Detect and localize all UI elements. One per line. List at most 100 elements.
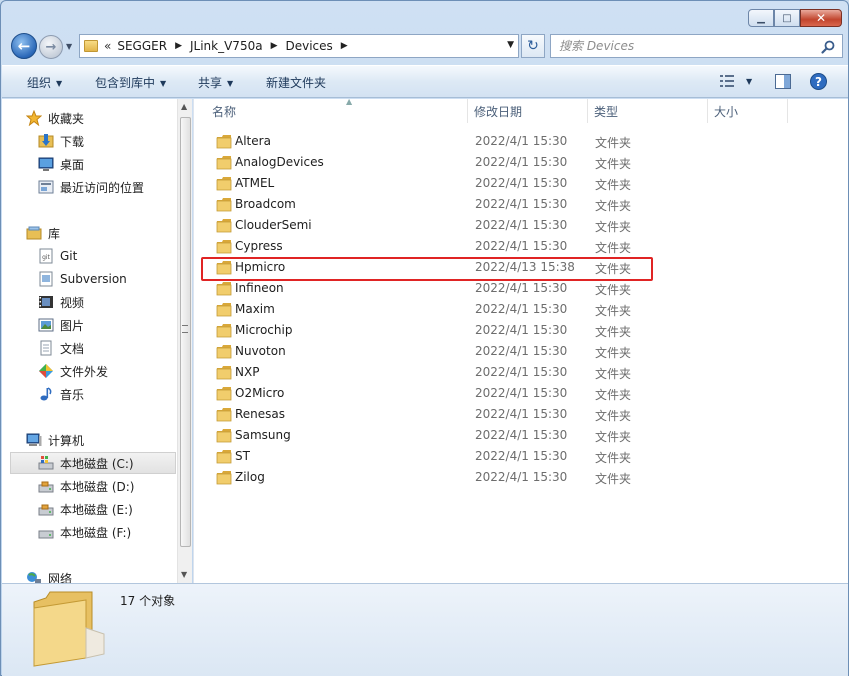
search-input[interactable]: [559, 39, 809, 53]
column-header-type[interactable]: 类型: [588, 99, 708, 123]
back-button[interactable]: ←: [11, 33, 37, 59]
sidebar-item-label: 文件外发: [60, 364, 109, 379]
sidebar-item-label: 最近访问的位置: [60, 180, 145, 195]
file-type: 文件夹: [595, 199, 632, 213]
navigation-pane-scrollbar[interactable]: ▲ ▼: [177, 99, 192, 583]
sidebar-item-videos[interactable]: 视频: [38, 291, 192, 313]
sidebar-item-libraries[interactable]: 库: [26, 222, 192, 244]
preview-pane-icon[interactable]: [775, 74, 791, 89]
sidebar-item-music[interactable]: 音乐: [38, 383, 192, 405]
sidebar-item-downloads[interactable]: 下载: [38, 130, 192, 152]
minimize-button[interactable]: ▁: [748, 9, 774, 27]
file-date: 2022/4/1 15:30: [475, 428, 568, 442]
file-row-atmel[interactable]: ATMEL 2022/4/1 15:30 文件夹: [202, 173, 642, 194]
sidebar-item-pictures[interactable]: 图片: [38, 314, 192, 336]
item-count: 17 个对象: [120, 594, 176, 608]
maximize-button[interactable]: □: [774, 9, 800, 27]
sidebar-item-network[interactable]: 网络: [26, 567, 192, 583]
scrollbar-grip-icon: [182, 325, 188, 333]
column-header-label: 修改日期: [474, 104, 523, 119]
column-header-label: 名称: [212, 104, 237, 119]
forward-button[interactable]: →: [39, 35, 63, 59]
file-row-cypress[interactable]: Cypress 2022/4/1 15:30 文件夹: [202, 236, 642, 257]
sidebar-item-drive-e[interactable]: 本地磁盘 (E:): [38, 498, 192, 520]
column-header-name[interactable]: 名称 ▲: [206, 97, 468, 123]
view-options-icon[interactable]: [720, 74, 736, 88]
sidebar-item-subversion[interactable]: Subversion: [38, 268, 192, 290]
include-in-library-menu[interactable]: 包含到库中 ▼: [95, 74, 166, 91]
recent-pages-dropdown-icon[interactable]: ▼: [66, 42, 76, 52]
sidebar-item-documents[interactable]: 文档: [38, 337, 192, 359]
file-row-analogdevices[interactable]: AnalogDevices 2022/4/1 15:30 文件夹: [202, 152, 642, 173]
file-row-nxp[interactable]: NXP 2022/4/1 15:30 文件夹: [202, 362, 642, 383]
file-row-o2micro[interactable]: O2Micro 2022/4/1 15:30 文件夹: [202, 383, 642, 404]
star-icon: [26, 110, 42, 126]
file-row-zilog[interactable]: Zilog 2022/4/1 15:30 文件夹: [202, 467, 642, 488]
file-row-samsung[interactable]: Samsung 2022/4/1 15:30 文件夹: [202, 425, 642, 446]
file-name: Broadcom: [235, 197, 296, 211]
folder-icon: [84, 40, 98, 52]
file-type: 文件夹: [595, 451, 632, 465]
chevron-down-icon[interactable]: ▼: [507, 40, 514, 50]
file-type: 文件夹: [595, 409, 632, 423]
file-list: 名称 ▲ 修改日期 类型 大小 Altera 2022/4/1 15:30 文件夹 A…: [193, 97, 848, 583]
svg-text:?: ?: [815, 75, 822, 89]
file-name: Zilog: [235, 470, 265, 484]
help-icon[interactable]: ?: [810, 73, 827, 90]
chevron-right-icon[interactable]: ▶: [175, 41, 182, 51]
file-row-renesas[interactable]: Renesas 2022/4/1 15:30 文件夹: [202, 404, 642, 425]
breadcrumb-overflow[interactable]: «: [104, 39, 111, 53]
scroll-down-arrow-icon[interactable]: ▼: [181, 570, 187, 579]
file-row-maxim[interactable]: Maxim 2022/4/1 15:30 文件夹: [202, 299, 642, 320]
refresh-button[interactable]: ↻: [521, 34, 545, 58]
navigation-pane: 收藏夹 下载 桌面 最近访问的位置 库 git Git Subversion 视…: [2, 99, 192, 583]
file-date: 2022/4/1 15:30: [475, 176, 568, 190]
file-row-broadcom[interactable]: Broadcom 2022/4/1 15:30 文件夹: [202, 194, 642, 215]
sidebar-item-recent-places[interactable]: 最近访问的位置: [38, 176, 192, 198]
chevron-right-icon[interactable]: ▶: [271, 41, 278, 51]
file-row-infineon[interactable]: Infineon 2022/4/1 15:30 文件夹: [202, 278, 642, 299]
share-label: 共享: [198, 76, 223, 90]
search-icon[interactable]: [820, 39, 836, 55]
large-folder-icon: [33, 591, 105, 667]
view-dropdown-icon[interactable]: ▼: [746, 77, 752, 86]
file-row-microchip[interactable]: Microchip 2022/4/1 15:30 文件夹: [202, 320, 642, 341]
breadcrumb-jlink[interactable]: JLink_V750a: [190, 39, 263, 53]
column-header-date[interactable]: 修改日期: [468, 99, 588, 123]
sidebar-item-desktop[interactable]: 桌面: [38, 153, 192, 175]
chevron-right-icon[interactable]: ▶: [341, 41, 348, 51]
svg-text:git: git: [42, 254, 50, 261]
sidebar-item-computer[interactable]: 计算机: [26, 429, 192, 451]
file-row-altera[interactable]: Altera 2022/4/1 15:30 文件夹: [202, 131, 642, 152]
file-type: 文件夹: [595, 157, 632, 171]
sidebar-item-favorites[interactable]: 收藏夹: [26, 107, 192, 129]
file-row-st[interactable]: ST 2022/4/1 15:30 文件夹: [202, 446, 642, 467]
organize-menu[interactable]: 组织 ▼: [27, 74, 62, 91]
file-row-cloudersemi[interactable]: ClouderSemi 2022/4/1 15:30 文件夹: [202, 215, 642, 236]
include-in-library-label: 包含到库中: [95, 76, 156, 90]
folder-icon: [216, 303, 232, 317]
column-header-size[interactable]: 大小: [708, 99, 788, 123]
scroll-up-arrow-icon[interactable]: ▲: [181, 102, 187, 111]
file-date: 2022/4/1 15:30: [475, 134, 568, 148]
sidebar-item-drive-f[interactable]: 本地磁盘 (F:): [38, 521, 192, 543]
address-bar[interactable]: « SEGGER ▶ JLink_V750a ▶ Devices ▶ ▼: [79, 34, 519, 58]
file-name: NXP: [235, 365, 260, 379]
file-type: 文件夹: [595, 304, 632, 318]
close-button[interactable]: ✕: [800, 9, 842, 27]
folder-icon: [216, 198, 232, 212]
sidebar-item-outgoing-files[interactable]: 文件外发: [38, 360, 192, 382]
sidebar-item-drive-d[interactable]: 本地磁盘 (D:): [38, 475, 192, 497]
sidebar-item-git[interactable]: git Git: [38, 245, 192, 267]
file-name: Altera: [235, 134, 271, 148]
search-box: [550, 34, 843, 58]
folder-icon: [216, 135, 232, 149]
sidebar-item-drive-c[interactable]: 本地磁盘 (C:): [10, 452, 176, 474]
share-menu[interactable]: 共享 ▼: [198, 74, 233, 91]
sidebar-item-label: 文档: [60, 341, 85, 356]
breadcrumb-segger[interactable]: SEGGER: [117, 39, 167, 53]
file-date: 2022/4/1 15:30: [475, 470, 568, 484]
breadcrumb-devices[interactable]: Devices: [286, 39, 333, 53]
new-folder-button[interactable]: 新建文件夹: [266, 74, 326, 91]
file-row-nuvoton[interactable]: Nuvoton 2022/4/1 15:30 文件夹: [202, 341, 642, 362]
